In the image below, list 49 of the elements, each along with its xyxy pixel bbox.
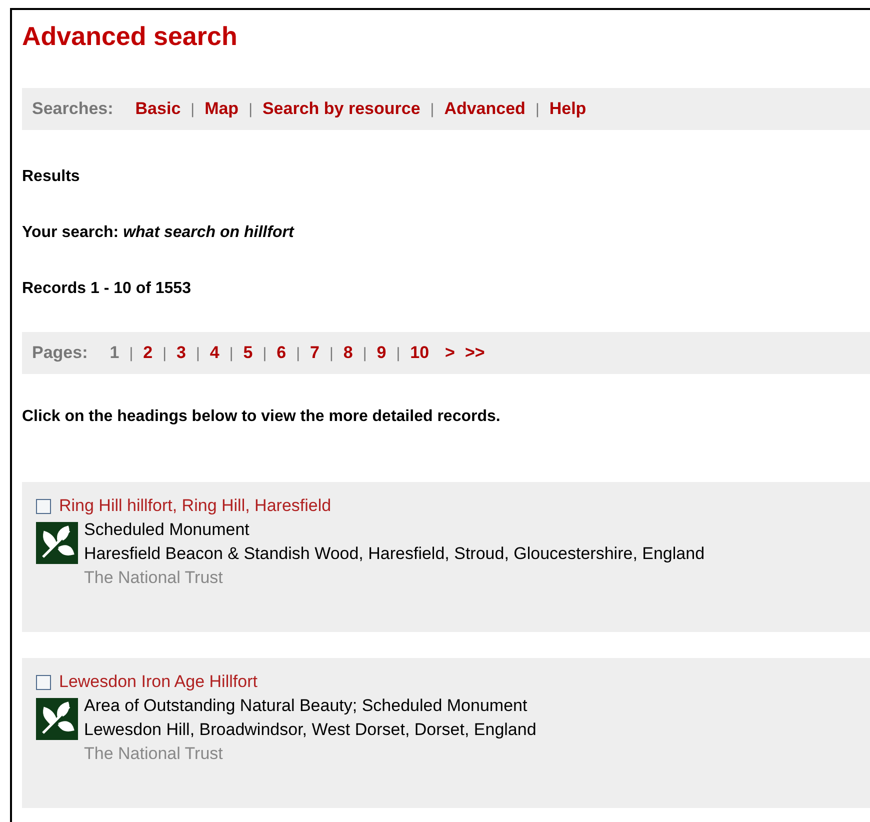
separator: | — [196, 344, 200, 362]
separator: | — [248, 100, 252, 118]
separator: | — [229, 344, 234, 362]
search-link[interactable]: Help — [549, 99, 586, 119]
page-link[interactable]: 6 — [276, 343, 286, 363]
checkbox[interactable] — [36, 498, 51, 514]
oak-leaf-icon — [36, 522, 78, 564]
last-page-link[interactable]: >> — [464, 343, 485, 363]
page-link[interactable]: 9 — [376, 343, 386, 363]
instruction-text: Click on the headings below to view the more detailed records. — [22, 408, 502, 426]
search-query-text: Your search: what search on hillfort — [22, 224, 296, 242]
designation-text: Area of Outstanding Natural Beauty; Scheduled Monument — [84, 695, 528, 717]
pages-label: Pages: — [32, 343, 88, 363]
page-link[interactable]: 2 — [143, 343, 153, 363]
separator: | — [396, 344, 400, 362]
next-page-link[interactable]: > — [445, 343, 455, 363]
records-count: Records 1 - 10 of 1553 — [22, 280, 192, 298]
record-title-link[interactable]: Lewesdon Iron Age Hillfort — [59, 672, 258, 692]
owner-text: The National Trust — [84, 567, 224, 589]
page-link[interactable]: 8 — [343, 343, 353, 363]
separator: | — [362, 344, 367, 362]
record-title-link[interactable]: Ring Hill hillfort, Ring Hill, Haresfield — [59, 496, 332, 516]
separator: | — [535, 100, 540, 118]
separator: | — [430, 100, 434, 118]
page-link[interactable]: 3 — [176, 343, 186, 363]
search-link[interactable]: Basic — [135, 99, 181, 119]
separator: | — [262, 344, 267, 362]
search-link[interactable]: Map — [204, 99, 239, 119]
page-link[interactable]: 10 — [410, 343, 430, 363]
page-title: Advanced search — [22, 20, 238, 52]
searches-label: Searches: — [32, 99, 114, 119]
page-link[interactable]: 7 — [310, 343, 320, 363]
page-link[interactable]: 5 — [243, 343, 253, 363]
page-link[interactable]: 4 — [210, 343, 220, 363]
current-page: 1 — [110, 343, 120, 363]
results-heading: Results — [22, 168, 81, 186]
location-text: Lewesdon Hill, Broadwindsor, West Dorset, Dorset, England — [84, 719, 536, 741]
location-text: Haresfield Beacon & Standish Wood, Haresfield, Stroud, Gloucestershire, England — [84, 543, 705, 565]
search-link[interactable]: Search by resource — [262, 99, 420, 119]
separator: | — [129, 344, 134, 362]
separator: | — [296, 344, 300, 362]
oak-leaf-icon — [36, 698, 78, 740]
checkbox[interactable] — [36, 674, 51, 690]
owner-text: The National Trust — [84, 743, 224, 765]
designation-text: Scheduled Monument — [84, 519, 250, 541]
separator: | — [162, 344, 166, 362]
search-link[interactable]: Advanced — [444, 99, 526, 119]
separator: | — [329, 344, 334, 362]
separator: | — [190, 100, 195, 118]
